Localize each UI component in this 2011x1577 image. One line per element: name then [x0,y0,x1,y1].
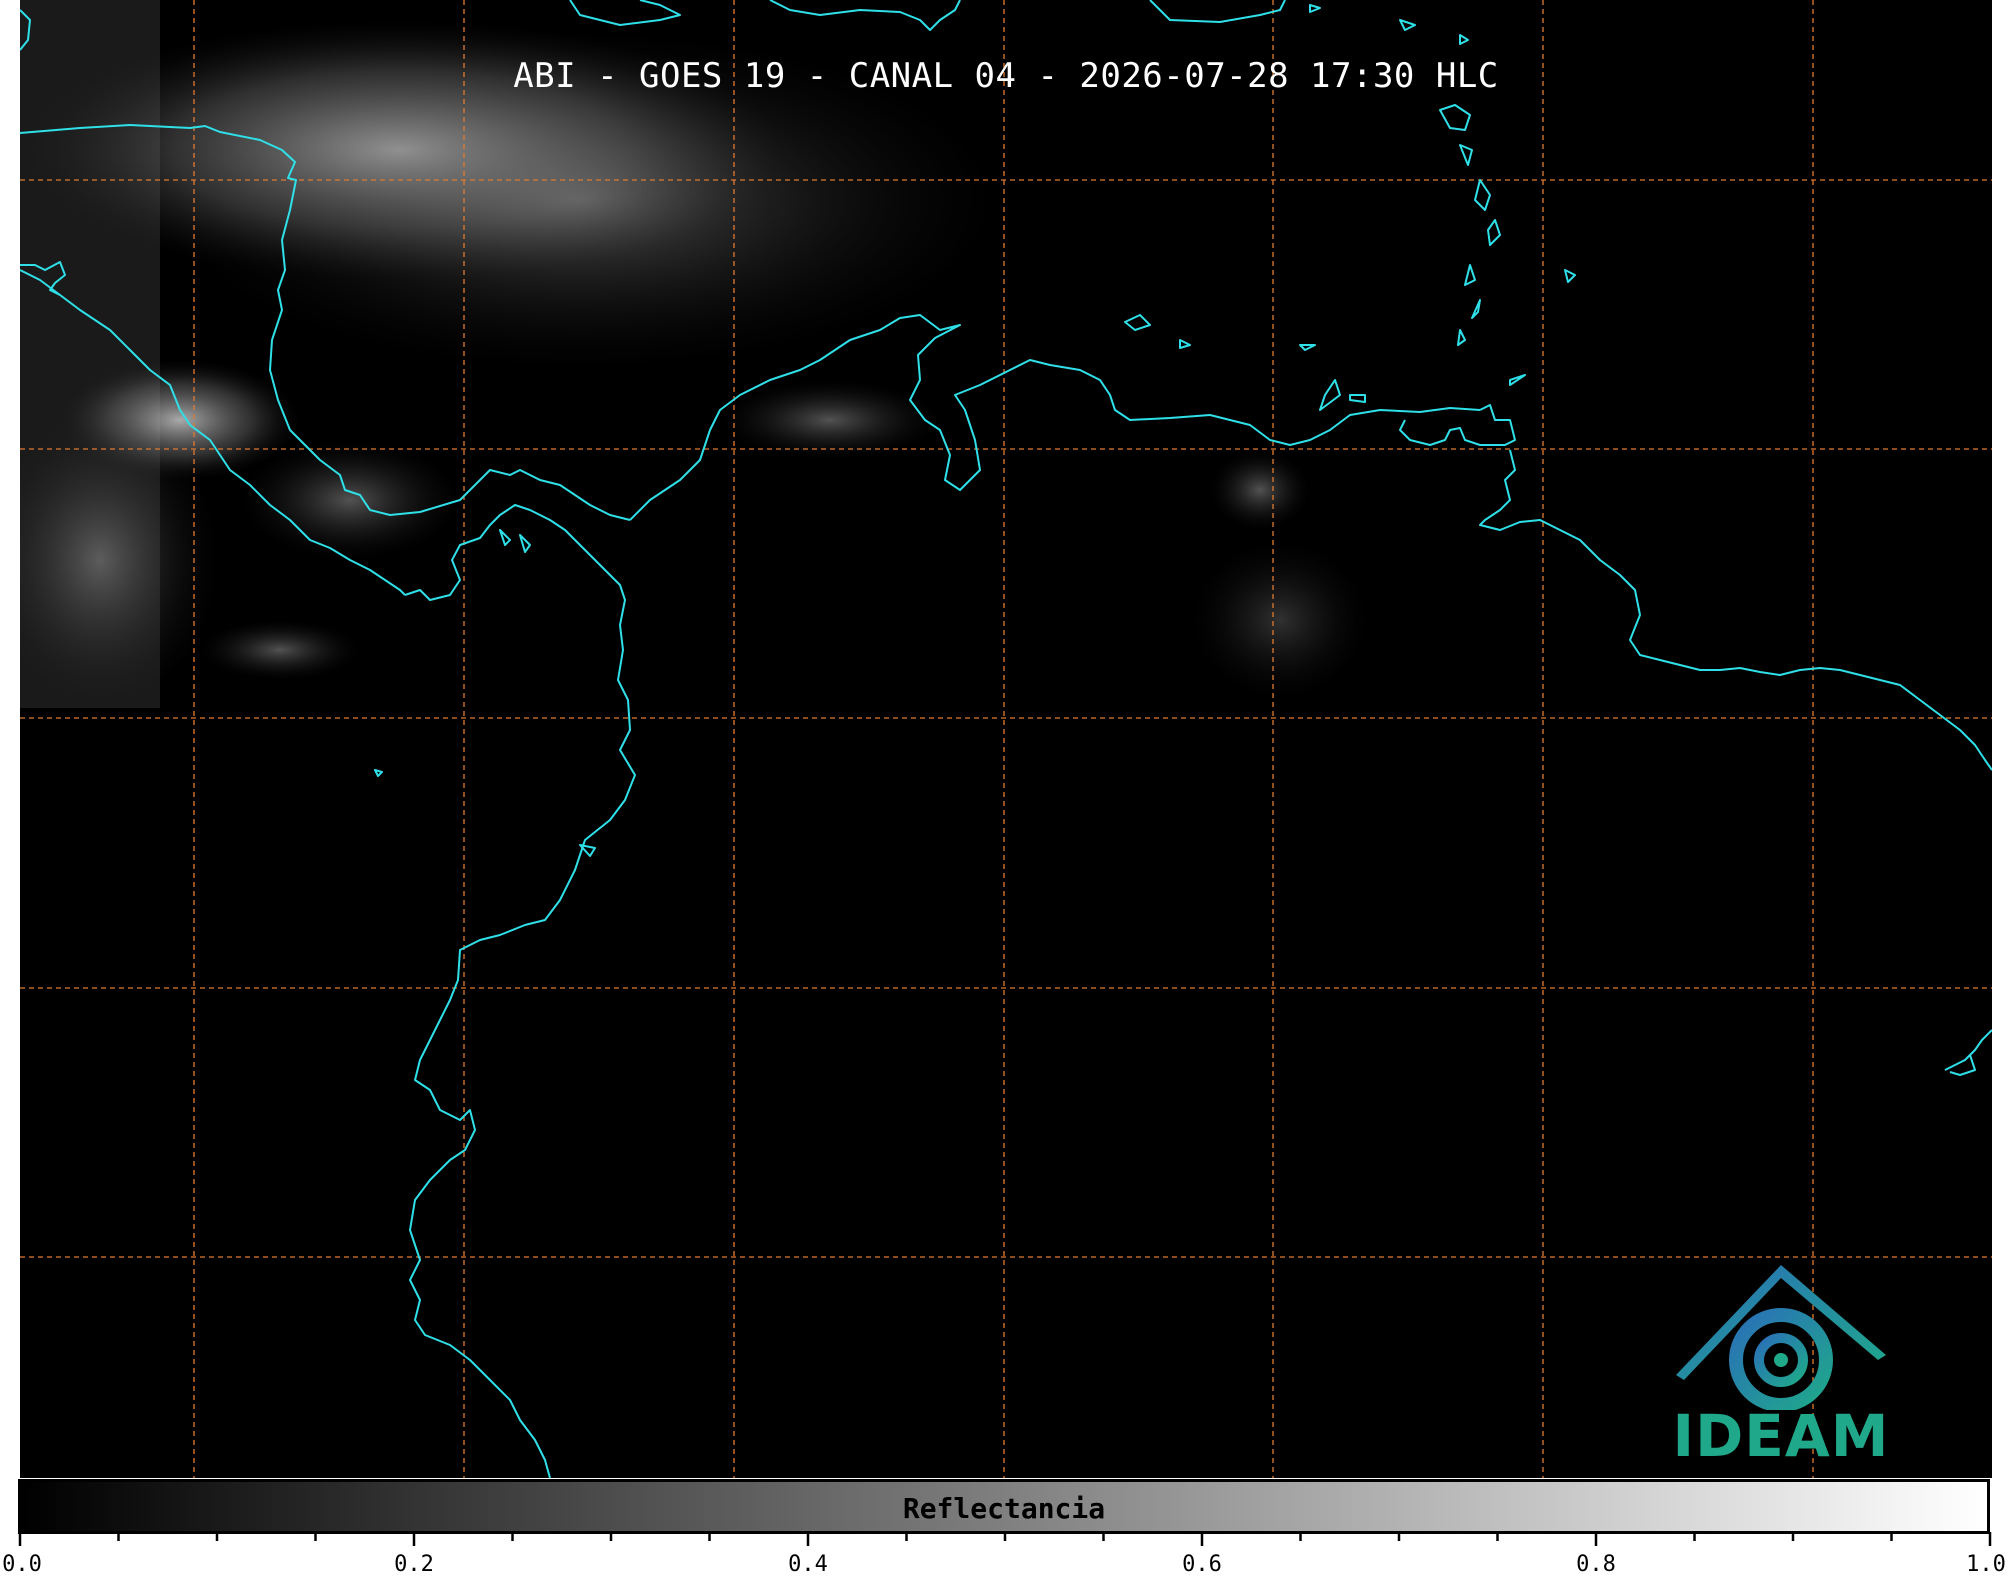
tick-label: 0.4 [788,1552,828,1577]
ideam-logo: IDEAM [1666,1260,1896,1470]
ideam-logo-text: IDEAM [1672,1402,1890,1470]
tick-label: 1.0 [1966,1552,2006,1577]
colorbar-label: Reflectancia [902,1492,1106,1525]
tick-label: 0.2 [394,1552,434,1577]
cloud-cover [20,0,1370,710]
colorbar-ticks: 0.0 0.2 0.4 0.6 0.8 1.0 [0,1532,2011,1577]
colorbar-tick-marks [18,1532,1992,1546]
colorbar: Reflectancia [18,1479,1990,1534]
satellite-map: ABI - GOES 19 - CANAL 04 - 2026-07-28 17… [20,0,1992,1478]
tick-label: 0.0 [2,1552,42,1577]
map-canvas [20,0,1992,1478]
ideam-swirl-logo-icon [1676,1265,1886,1410]
tick-label: 0.6 [1182,1552,1222,1577]
tick-label: 0.8 [1576,1552,1616,1577]
map-title: ABI - GOES 19 - CANAL 04 - 2026-07-28 17… [513,56,1499,96]
